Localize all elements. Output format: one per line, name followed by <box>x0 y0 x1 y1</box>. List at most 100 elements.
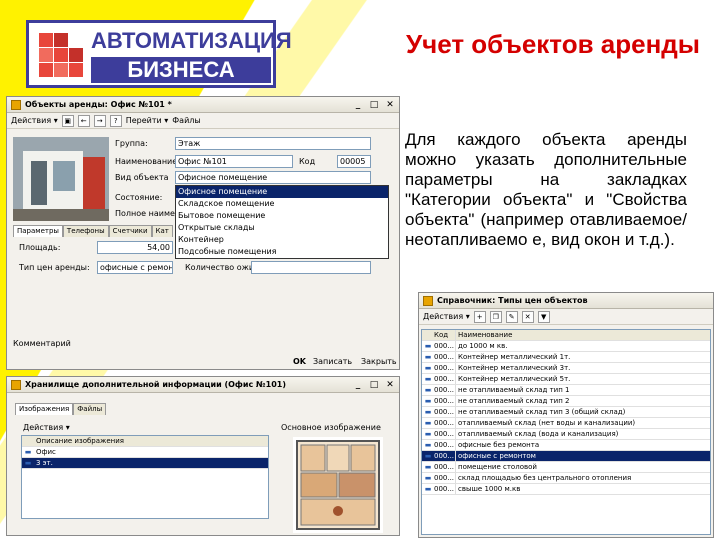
dropdown-option[interactable]: Открытые склады <box>176 222 388 234</box>
table-row[interactable]: ▬ 000... склад площадью без центрального о… <box>422 473 710 484</box>
table-row[interactable]: ▬ 000... Контейнер металлический 5т. <box>422 374 710 385</box>
dropdown-option[interactable]: Подсобные помещения <box>176 246 388 258</box>
row-icon: ▬ <box>424 441 432 449</box>
object-window: Объекты аренды: Офис №101 * _ □ ✕ Действия… <box>6 96 400 370</box>
price-types-grid[interactable]: Код Наименование ▬ 000... до 1000 м кв. ▬ 00… <box>421 329 711 535</box>
description-text: Для каждого объекта аренды можно указать… <box>405 130 687 249</box>
copy-icon[interactable]: ❐ <box>489 310 502 323</box>
filter-icon[interactable]: ▼ <box>537 310 550 323</box>
name-cell: Контейнер металлический 5т. <box>458 375 571 383</box>
name-column-header[interactable]: Наименование <box>456 330 710 340</box>
cube-logo-icon <box>39 33 83 77</box>
area-field[interactable]: 54,00 <box>97 241 173 254</box>
name-cell: офисные без ремонта <box>458 441 540 449</box>
code-cell: 000... <box>434 473 456 483</box>
save-button[interactable]: Записать <box>313 357 352 366</box>
code-cell: 000... <box>434 429 456 439</box>
dropdown-option[interactable]: Складское помещение <box>176 198 388 210</box>
column-header[interactable]: Описание изображения <box>34 436 268 446</box>
table-row[interactable]: ▬ 000... Контейнер металлический 1т. <box>422 352 710 363</box>
back-arrow-icon[interactable]: ← <box>77 114 90 127</box>
table-row[interactable]: ▬ 000... отапливаемый склад (вода и канали… <box>422 429 710 440</box>
code-label: Код <box>299 157 316 166</box>
minimize-icon[interactable]: _ <box>353 100 363 110</box>
price-actions-menu[interactable]: Действия ▾ <box>423 312 470 321</box>
tab-phones[interactable]: Телефоны <box>62 225 109 237</box>
window-icon <box>423 295 433 306</box>
object-window-title: Объекты аренды: Офис №101 * <box>25 100 172 109</box>
maximize-icon[interactable]: □ <box>369 100 379 110</box>
help-icon[interactable]: ? <box>109 114 122 127</box>
logo-text-bottom: БИЗНЕСА <box>91 57 271 83</box>
tab-images[interactable]: Изображения <box>15 403 74 415</box>
tab-categories[interactable]: Кат <box>151 225 173 237</box>
name-cell: отапливаемый склад (нет воды и канализац… <box>458 419 636 427</box>
table-row[interactable]: ▬ 000... не отапливаемый склад тип 1 <box>422 385 710 396</box>
dropdown-option[interactable]: Офисное помещение <box>176 186 388 198</box>
name-cell: офисные с ремонтом <box>458 452 536 460</box>
actions-menu[interactable]: Действия ▾ <box>11 116 58 125</box>
list-item[interactable]: ▬ 3 эт. <box>22 458 268 469</box>
code-cell: 000... <box>434 363 456 373</box>
object-toolbar: Действия ▾ ▣ ← → ? Перейти ▾ Файлы <box>7 113 399 129</box>
tab-counters[interactable]: Счетчики <box>108 225 152 237</box>
row-icon: ▬ <box>424 474 432 482</box>
type-dropdown[interactable]: Офисное помещение Складское помещение Бы… <box>175 185 389 259</box>
window-icon <box>11 99 21 110</box>
files-button[interactable]: Файлы <box>172 116 200 125</box>
forward-arrow-icon[interactable]: → <box>93 114 106 127</box>
maximize-icon[interactable]: □ <box>369 380 379 390</box>
object-tabs: Параметры Телефоны Счетчики Кат <box>13 225 173 237</box>
close-button[interactable]: Закрыть <box>361 357 397 366</box>
code-column-header[interactable]: Код <box>434 330 456 340</box>
dropdown-option[interactable]: Бытовое помещение <box>176 210 388 222</box>
price-types-window: Справочник: Типы цен объектов Действия ▾… <box>418 292 714 538</box>
row-icon: ▬ <box>24 459 32 467</box>
close-icon[interactable]: ✕ <box>385 100 395 110</box>
close-icon[interactable]: ✕ <box>385 380 395 390</box>
table-row[interactable]: ▬ 000... не отапливаемый склад тип 3 (общи… <box>422 407 710 418</box>
table-row[interactable]: ▬ 000... офисные с ремонтом <box>422 451 710 462</box>
go-menu[interactable]: Перейти ▾ <box>126 116 169 125</box>
code-cell: 000... <box>434 385 456 395</box>
row-icon: ▬ <box>424 353 432 361</box>
name-field[interactable]: Офис №101 <box>175 155 293 168</box>
images-grid[interactable]: Описание изображения ▬ Офис ▬ 3 эт. <box>21 435 269 519</box>
code-cell: 000... <box>434 407 456 417</box>
group-field[interactable]: Этаж <box>175 137 371 150</box>
storage-actions-menu[interactable]: Действия ▾ <box>23 423 70 432</box>
storage-window-title: Хранилище дополнительной информации (Офи… <box>25 380 286 389</box>
price-type-field[interactable]: офисные с ремонт <box>97 261 173 274</box>
delete-icon[interactable]: ✕ <box>521 310 534 323</box>
row-icon: ▬ <box>424 386 432 394</box>
minimize-icon[interactable]: _ <box>353 380 363 390</box>
code-field[interactable]: 00005 <box>337 155 371 168</box>
add-icon[interactable]: + <box>473 310 486 323</box>
type-field[interactable]: Офисное помещение <box>175 171 371 184</box>
save-icon[interactable]: ▣ <box>61 114 74 127</box>
table-row[interactable]: ▬ 000... Контейнер металлический 3т. <box>422 363 710 374</box>
price-count-label: Количество ожид <box>185 263 260 272</box>
code-cell: 000... <box>434 396 456 406</box>
name-cell: не отапливаемый склад тип 1 <box>458 386 570 394</box>
edit-icon[interactable]: ✎ <box>505 310 518 323</box>
tab-files[interactable]: Файлы <box>73 403 107 415</box>
price-toolbar: Действия ▾ + ❐ ✎ ✕ ▼ <box>419 309 713 325</box>
group-label: Группа: <box>115 139 148 148</box>
row-icon: ▬ <box>424 375 432 383</box>
price-count-field[interactable] <box>251 261 371 274</box>
name-cell: Контейнер металлический 1т. <box>458 353 571 361</box>
dropdown-option[interactable]: Контейнер <box>176 234 388 246</box>
table-row[interactable]: ▬ 000... не отапливаемый склад тип 2 <box>422 396 710 407</box>
tab-parameters[interactable]: Параметры <box>13 225 63 237</box>
list-item[interactable]: ▬ Офис <box>22 447 268 458</box>
name-cell: помещение столовой <box>458 463 537 471</box>
table-row[interactable]: ▬ 000... до 1000 м кв. <box>422 341 710 352</box>
table-row[interactable]: ▬ 000... отапливаемый склад (нет воды и ка… <box>422 418 710 429</box>
table-row[interactable]: ▬ 000... помещение столовой <box>422 462 710 473</box>
ok-button[interactable]: OK <box>293 357 306 366</box>
name-cell: не отапливаемый склад тип 2 <box>458 397 570 405</box>
price-window-title: Справочник: Типы цен объектов <box>437 296 588 305</box>
table-row[interactable]: ▬ 000... офисные без ремонта <box>422 440 710 451</box>
table-row[interactable]: ▬ 000... свыше 1000 м.кв <box>422 484 710 495</box>
